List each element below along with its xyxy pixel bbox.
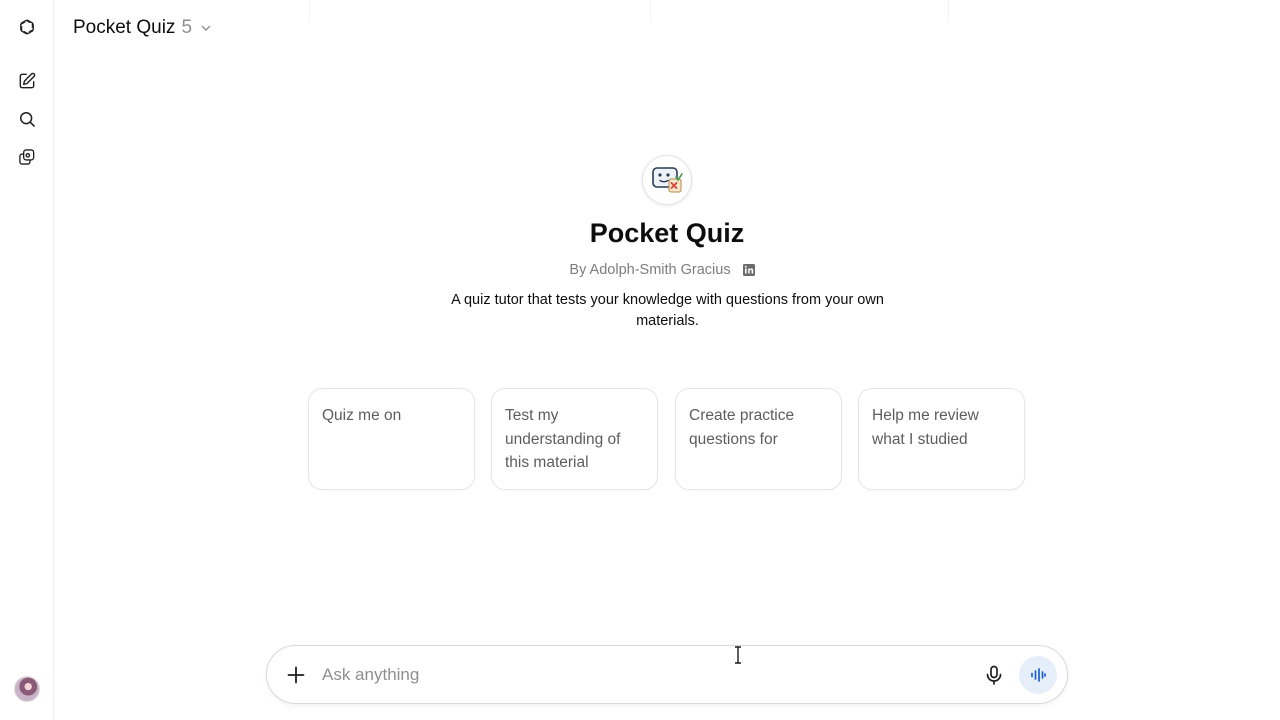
starter-quiz-me-on[interactable]: Quiz me on: [308, 388, 475, 490]
gpt-author[interactable]: By Adolph-Smith Gracius: [0, 262, 1280, 278]
avatar[interactable]: [14, 676, 40, 702]
starter-test-understanding[interactable]: Test my understanding of this material: [491, 388, 658, 490]
gpt-avatar-icon: [642, 155, 692, 205]
model-name: Pocket Quiz: [73, 17, 176, 38]
model-version: 5: [181, 17, 193, 38]
microphone-icon[interactable]: [982, 663, 1006, 687]
chevron-down-icon: [201, 25, 211, 31]
voice-mode-button[interactable]: [1019, 656, 1057, 694]
search-icon[interactable]: [11, 103, 43, 135]
divider: [948, 0, 949, 22]
gpts-icon[interactable]: [11, 141, 43, 173]
voice-waveform-icon: [1031, 668, 1046, 682]
new-chat-icon[interactable]: [11, 65, 43, 97]
gpt-title: Pocket Quiz: [589, 218, 745, 248]
text-cursor-icon: [735, 646, 741, 664]
composer: [266, 645, 1068, 704]
starter-create-practice[interactable]: Create practice questions for: [675, 388, 842, 490]
plus-icon[interactable]: [284, 663, 308, 687]
openai-logo-icon[interactable]: [11, 11, 43, 43]
sidebar-rail: [0, 0, 54, 720]
model-switcher[interactable]: Pocket Quiz 5: [73, 16, 212, 40]
composer-input[interactable]: [322, 660, 962, 690]
divider: [309, 0, 310, 22]
gpt-description: A quiz tutor that tests your knowledge w…: [451, 292, 884, 329]
linkedin-icon[interactable]: [742, 263, 756, 277]
divider: [650, 0, 651, 22]
starter-help-review[interactable]: Help me review what I studied: [858, 388, 1025, 490]
